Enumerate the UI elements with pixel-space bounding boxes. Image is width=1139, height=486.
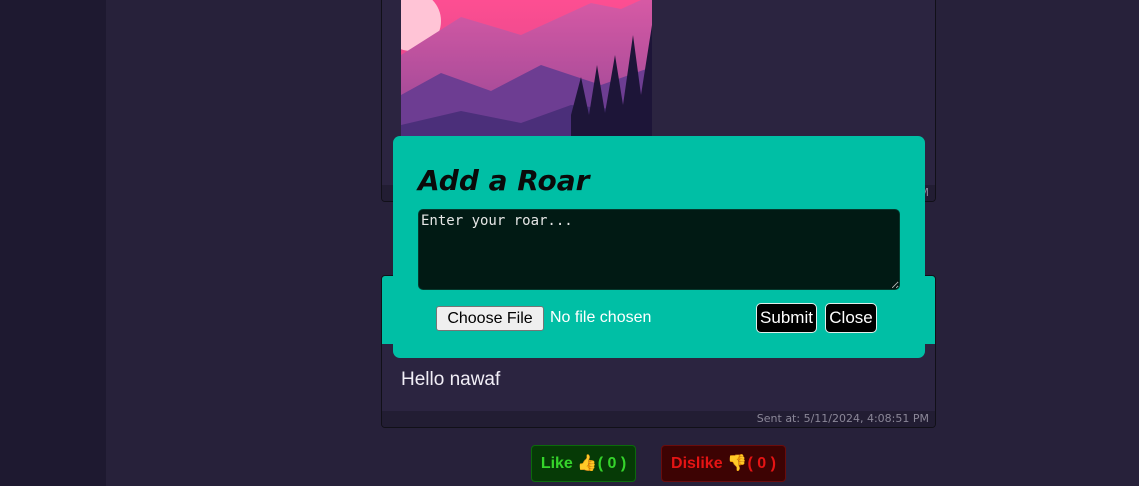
- post-message-text: Hello nawaf: [401, 369, 501, 390]
- close-button[interactable]: Close: [825, 303, 877, 333]
- file-status-text: No file chosen: [550, 309, 652, 326]
- left-sidebar: [0, 0, 106, 486]
- thumbs-down-icon: 👎: [727, 455, 747, 472]
- dislike-count: ( 0 ): [747, 455, 776, 472]
- dislike-button[interactable]: Dislike 👎 ( 0 ): [661, 445, 786, 482]
- add-roar-modal: Add a Roar Choose File No file chosen Su…: [393, 136, 925, 358]
- roar-textarea[interactable]: [418, 209, 900, 290]
- modal-title: Add a Roar: [418, 164, 590, 197]
- dislike-label: Dislike: [671, 455, 723, 472]
- submit-button[interactable]: Submit: [756, 303, 817, 333]
- like-button[interactable]: Like 👍 ( 0 ): [531, 445, 636, 482]
- post-timestamp: Sent at: 5/11/2024, 4:08:51 PM: [382, 411, 935, 427]
- like-count: ( 0 ): [597, 455, 627, 472]
- thumbs-up-icon: 👍: [577, 455, 598, 472]
- like-label: Like: [540, 455, 573, 472]
- choose-file-button[interactable]: Choose File: [436, 306, 544, 331]
